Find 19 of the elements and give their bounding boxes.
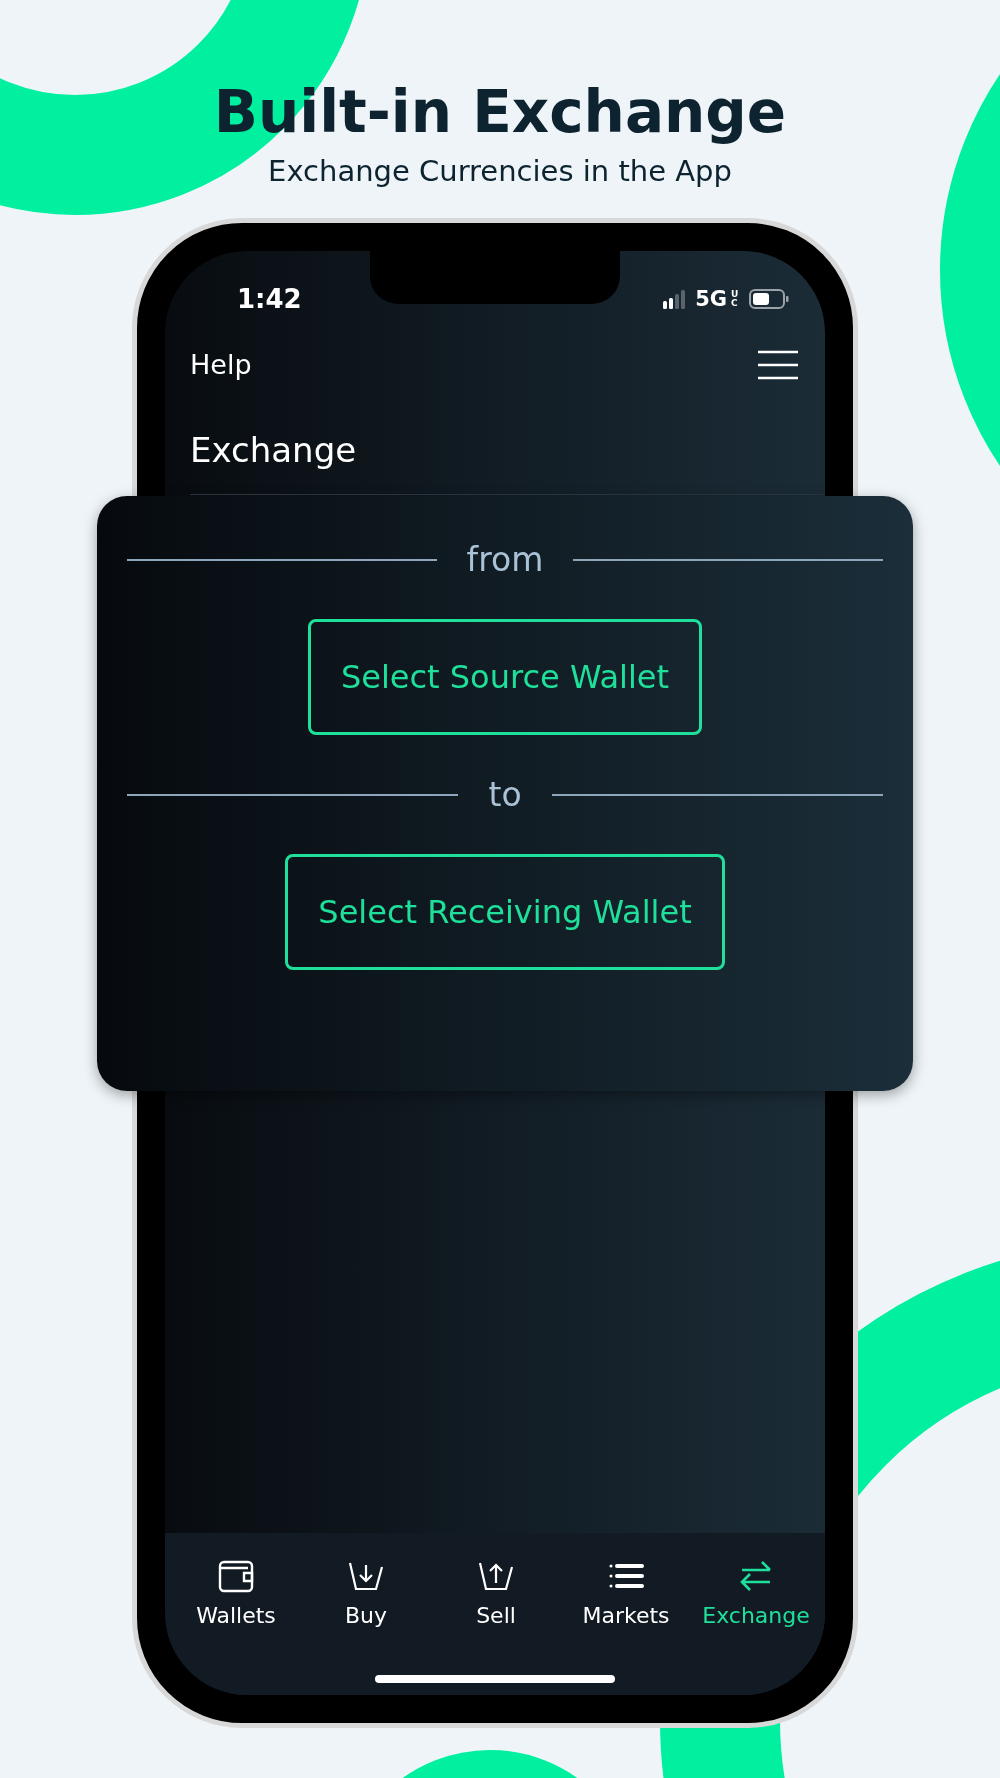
subheadline: Exchange Currencies in the App (267, 154, 733, 188)
screen-title: Exchange (190, 430, 358, 470)
network-label: 5G (695, 287, 727, 311)
wallet-icon (218, 1559, 254, 1593)
help-link[interactable]: Help (190, 349, 252, 380)
tab-item[interactable]: Sell (431, 1533, 561, 1695)
tab-item[interactable]: Buy (301, 1533, 431, 1695)
tab-item[interactable]: Wallets (171, 1533, 301, 1695)
status-time: 1:42 (237, 284, 302, 314)
menu-icon[interactable] (757, 349, 799, 380)
signal-icon (663, 289, 688, 309)
network-suffix: UC (731, 290, 739, 308)
divider-label: to (488, 775, 522, 814)
tab-item[interactable]: Exchange (691, 1533, 821, 1695)
divider-label: from (466, 540, 544, 579)
select-wallet-button[interactable]: Select Receiving Wallet (285, 854, 725, 970)
tab-item[interactable]: Markets (561, 1533, 691, 1695)
battery-icon (749, 289, 789, 309)
select-wallet-button[interactable]: Select Source Wallet (307, 619, 703, 735)
